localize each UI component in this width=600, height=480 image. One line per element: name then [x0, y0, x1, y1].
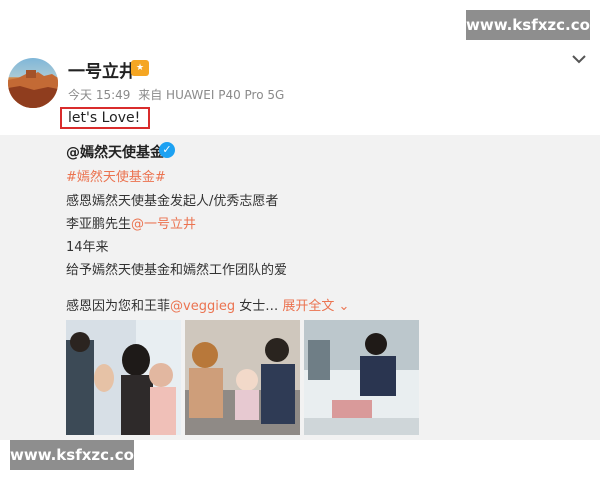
repost-line-5-text: 感恩因为您和王菲: [66, 299, 171, 314]
chevron-down-icon: ⌄: [338, 299, 350, 314]
repost-author[interactable]: @嫣然天使基金: [66, 142, 164, 162]
hashtag-link[interactable]: #嫣然天使基金#: [66, 166, 166, 185]
repost-line-4: 给予嫣然天使基金和嫣然工作团队的爱: [66, 263, 288, 278]
mention-link[interactable]: @一号立井: [131, 217, 196, 232]
repost-line-2: 李亚鹏先生@一号立井: [66, 213, 196, 232]
repost-line-3: 14年来: [66, 240, 109, 255]
verified-icon: ✓: [159, 142, 175, 158]
photo-3-image: [304, 320, 419, 435]
photo-1-image: [66, 320, 181, 435]
photo-2-image: [185, 320, 300, 435]
repost-line-5: 感恩因为您和王菲@veggieg 女士… 展开全文 ⌄: [66, 295, 349, 314]
post-meta: 今天 15:49 来自 HUAWEI P40 Pro 5G: [68, 86, 288, 103]
mention-link[interactable]: @veggieg: [170, 299, 235, 314]
photo-1[interactable]: [66, 320, 181, 435]
avatar-image: [8, 70, 58, 108]
watermark-bottom-left: www.ksfxzc.com: [10, 440, 150, 470]
photo-3[interactable]: [304, 320, 419, 435]
watermark-top-right: www.ksfxzc.com: [466, 10, 600, 40]
repost-line-2-text: 李亚鹏先生: [66, 217, 132, 232]
username[interactable]: 一号立井: [68, 57, 136, 82]
post-text: let's Love!: [60, 107, 150, 129]
vip-badge-icon: ★: [131, 60, 149, 76]
chevron-down-icon[interactable]: [570, 52, 588, 66]
post-source[interactable]: 来自 HUAWEI P40 Pro 5G: [138, 88, 284, 102]
repost-line-1: 感恩嫣然天使基金发起人/优秀志愿者: [66, 194, 279, 209]
photo-2[interactable]: [185, 320, 300, 435]
post-timestamp: 今天 15:49: [68, 88, 131, 102]
repost-line-5-suffix: 女士…: [235, 299, 279, 314]
avatar[interactable]: [8, 58, 58, 108]
expand-full-text-link[interactable]: 展开全文 ⌄: [282, 299, 349, 314]
